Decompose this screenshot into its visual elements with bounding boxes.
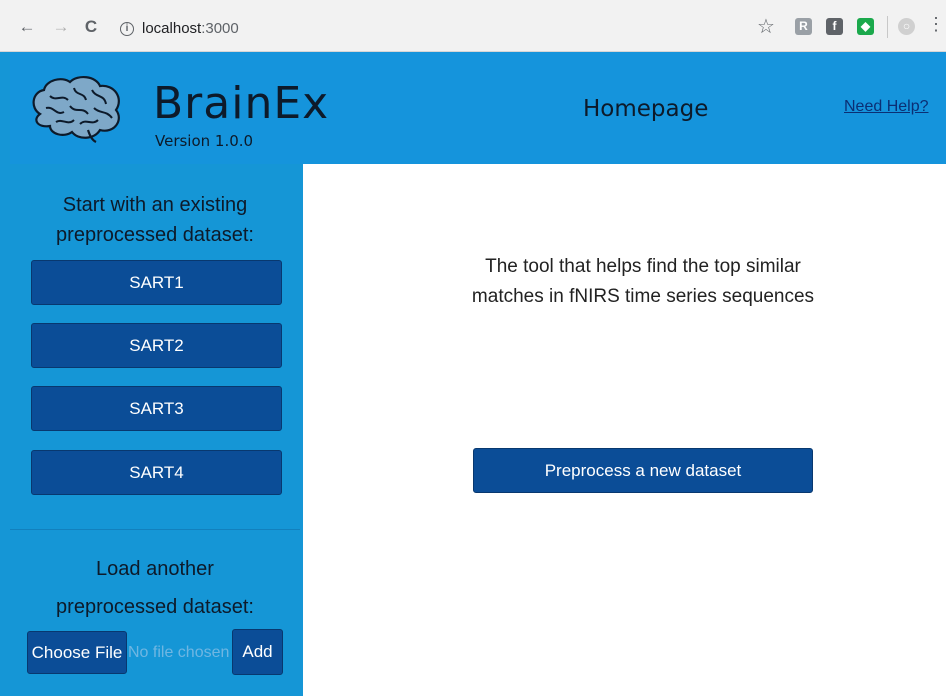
info-icon[interactable]: i <box>120 22 134 36</box>
add-button[interactable]: Add <box>232 629 283 675</box>
version-label: Version 1.0.0 <box>155 132 254 150</box>
existing-dataset-title: Start with an existing preprocessed data… <box>56 194 254 246</box>
load-dataset-title: Load another <box>96 558 214 580</box>
forward-icon[interactable]: → <box>52 18 70 36</box>
page-title: Homepage <box>583 96 709 122</box>
dataset-button-sart1[interactable]: SART1 <box>31 260 282 305</box>
address-bar[interactable]: i localhost:3000 <box>108 13 748 45</box>
profile-avatar-icon[interactable]: ○ <box>898 18 915 35</box>
dataset-button-sart3[interactable]: SART3 <box>31 386 282 431</box>
existing-dataset-panel: Start with an existing preprocessed data… <box>10 164 300 530</box>
load-dataset-subtitle: preprocessed dataset: <box>56 596 254 618</box>
back-icon[interactable]: ← <box>18 18 36 36</box>
preprocess-dataset-button[interactable]: Preprocess a new dataset <box>473 448 813 493</box>
reload-icon[interactable]: C <box>82 18 100 36</box>
extension-facebook-icon[interactable]: f <box>826 18 843 35</box>
file-status-text: No file chosen <box>128 644 230 661</box>
sidebar: Start with an existing preprocessed data… <box>10 164 303 696</box>
brain-logo-icon <box>32 76 120 143</box>
browser-toolbar: ← → C i localhost:3000 ☆ R f ◆ ○ ⋮ <box>0 0 946 52</box>
tagline-line-1: The tool that helps find the top similar <box>485 256 801 277</box>
need-help-link[interactable]: Need Help? <box>844 98 929 116</box>
main-content: The tool that helps find the top similar… <box>303 164 946 696</box>
dataset-button-sart4[interactable]: SART4 <box>31 450 282 495</box>
bookmark-star-icon[interactable]: ☆ <box>757 14 775 39</box>
left-edge-strip <box>0 52 10 696</box>
menu-icon[interactable]: ⋮ <box>927 15 945 33</box>
extension-r-icon[interactable]: R <box>795 18 812 35</box>
app-header: BrainEx Version 1.0.0 Homepage Need Help… <box>10 52 946 164</box>
tagline-line-2: matches in fNIRS time series sequences <box>471 286 815 307</box>
tagline: The tool that helps find the top similar… <box>303 252 946 312</box>
url-port: :3000 <box>201 20 239 37</box>
brand-title: BrainEx <box>153 78 330 129</box>
choose-file-button[interactable]: Choose File <box>27 631 127 674</box>
toolbar-separator <box>887 16 888 38</box>
extension-green-icon[interactable]: ◆ <box>857 18 874 35</box>
url-host: localhost <box>142 20 202 37</box>
dataset-button-sart2[interactable]: SART2 <box>31 323 282 368</box>
